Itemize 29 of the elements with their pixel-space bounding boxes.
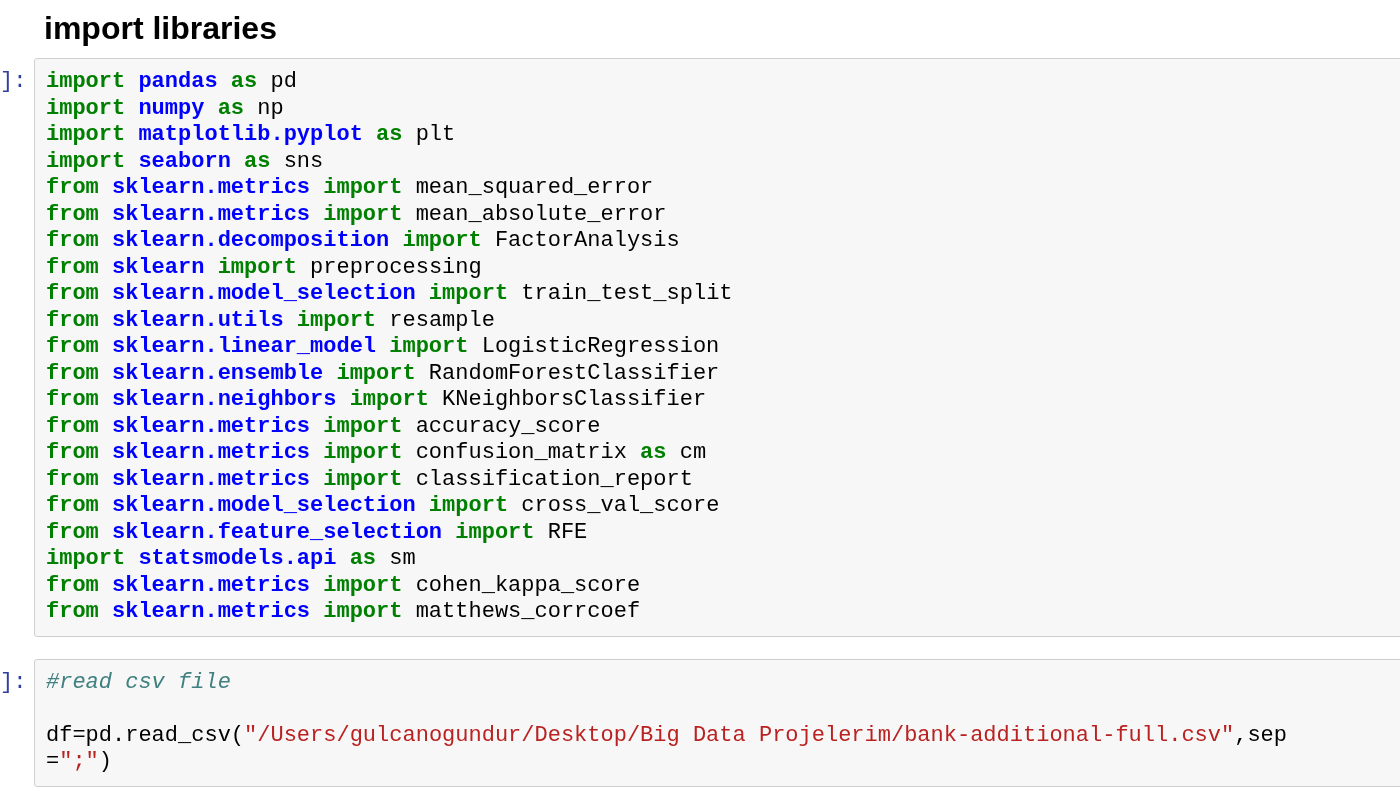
code-line: from sklearn.metrics import matthews_corrcoef	[46, 599, 641, 626]
code-line: from sklearn.model_selection import train_test_split	[46, 281, 733, 308]
code-line: from sklearn.feature_selection import RFE	[46, 519, 588, 546]
code-line: from sklearn.decomposition import FactorAnalysis	[46, 228, 680, 255]
code-line: from sklearn.metrics import mean_squared_error	[46, 175, 654, 202]
code-line: from sklearn import preprocessing	[46, 254, 482, 281]
code-line: =";")	[46, 749, 112, 776]
code-line: from sklearn.neighbors import KNeighborsClassifier	[46, 387, 707, 414]
code-line: from sklearn.utils import resample	[46, 307, 495, 334]
code-line: import seaborn as sns	[46, 148, 324, 175]
code-line: import numpy as np	[46, 95, 284, 122]
code-line: from sklearn.metrics import classification_report	[46, 466, 693, 493]
code-line: import statsmodels.api as sm	[46, 546, 416, 573]
code-line: import pandas as pd	[46, 69, 297, 96]
code-line: from sklearn.metrics import accuracy_score	[46, 413, 601, 440]
code-comment: #read csv file	[46, 669, 231, 696]
code-line: import matplotlib.pyplot as plt	[46, 122, 456, 149]
cell-prompt: ]:	[0, 669, 27, 696]
code-line: from sklearn.linear_model import LogisticRegression	[46, 334, 720, 361]
code-line: from sklearn.metrics import confusion_matrix as cm	[46, 440, 707, 467]
code-cell[interactable]	[34, 58, 1400, 637]
code-line: from sklearn.ensemble import RandomForestClassifier	[46, 360, 720, 387]
code-line: from sklearn.metrics import mean_absolute_error	[46, 201, 667, 228]
code-line: from sklearn.metrics import cohen_kappa_score	[46, 572, 641, 599]
code-cell[interactable]: #read csv file df=pd.read_csv("/Users/gulcanogundur/Desktop/Big Data Projelerim/bank-additional-full.csv",sep =";")	[34, 658, 1400, 787]
section-heading: import libraries	[44, 10, 277, 47]
code-line: df=pd.read_csv("/Users/gulcanogundur/Desktop/Big Data Projelerim/bank-additional-full.csv",sep	[46, 722, 1288, 749]
cell-prompt: ]:	[0, 69, 27, 96]
code-line: from sklearn.model_selection import cross_val_score	[46, 493, 720, 520]
